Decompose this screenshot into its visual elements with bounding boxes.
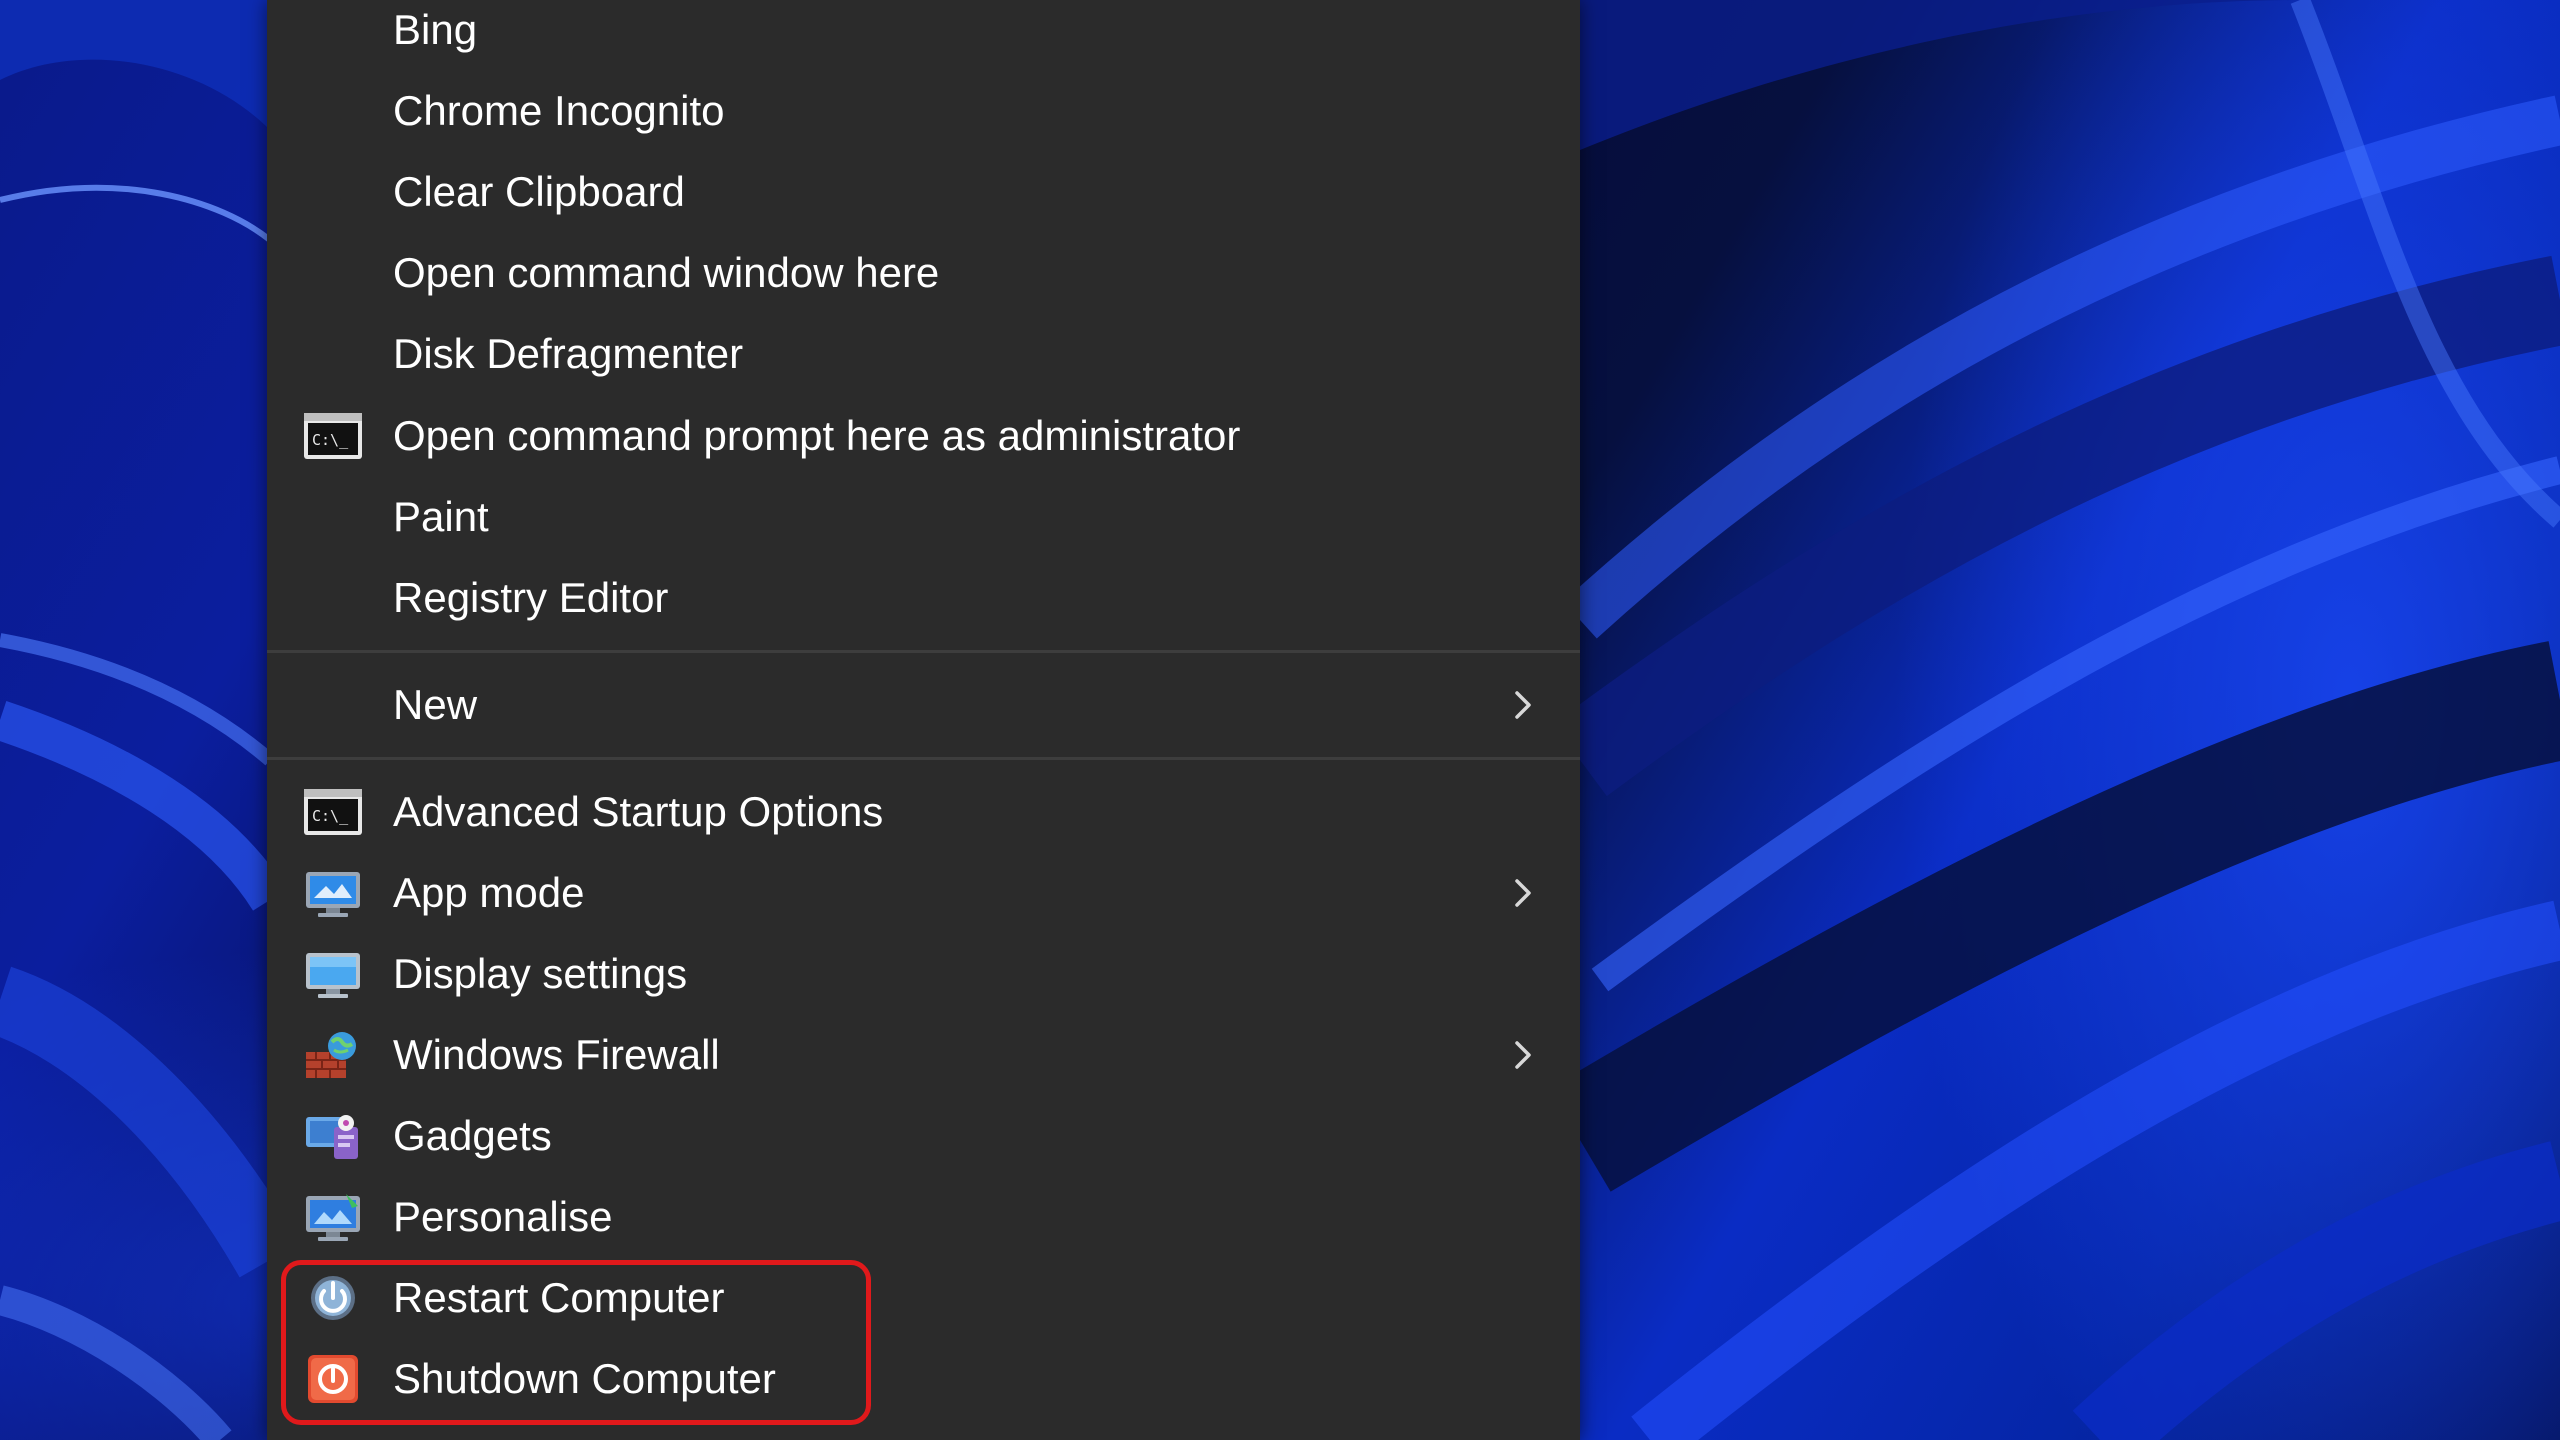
firewall-icon [306,1031,356,1078]
menu-item-new[interactable]: New [267,664,1580,745]
monitor-icon [306,871,360,917]
menu-item-restart-computer[interactable]: Restart Computer [267,1257,1580,1338]
menu-item-bing[interactable]: Bing [267,0,1580,70]
menu-item-label: Shutdown Computer [393,1355,776,1402]
personalise-icon [306,1193,360,1241]
menu-item-registry-editor[interactable]: Registry Editor [267,557,1580,638]
menu-item-label: Restart Computer [393,1274,725,1321]
menu-item-label: Bing [393,6,478,53]
menu-item-label: Clear Clipboard [393,168,685,215]
menu-item-clear-clipboard[interactable]: Clear Clipboard [267,151,1580,232]
menu-item-label: Open command prompt here as administrato… [393,412,1241,459]
menu-item-label: Advanced Startup Options [393,788,884,835]
menu-item-cmd-admin[interactable]: C:\_ Open command prompt here as adminis… [267,395,1580,476]
gadgets-icon [306,1114,358,1159]
menu-item-label: Registry Editor [393,574,669,621]
menu-separator [267,757,1580,760]
menu-item-shutdown-computer[interactable]: Shutdown Computer [267,1338,1580,1419]
menu-item-app-mode[interactable]: App mode [267,852,1580,933]
restart-icon [311,1275,355,1320]
menu-item-windows-firewall[interactable]: Windows Firewall [267,1014,1580,1095]
svg-text:C:\_: C:\_ [312,807,349,825]
chevron-right-icon [1515,878,1531,907]
svg-text:C:\_: C:\_ [312,431,349,449]
menu-item-display-settings[interactable]: Display settings [267,933,1580,1014]
menu-item-label: Paint [393,493,489,540]
menu-item-advanced-startup[interactable]: C:\_ Advanced Startup Options [267,771,1580,852]
shutdown-icon [308,1354,358,1403]
menu-item-label: App mode [393,869,585,916]
menu-item-label: Disk Defragmenter [393,330,744,377]
chevron-right-icon [1515,1040,1531,1069]
cmd-icon: C:\_ [304,788,362,835]
menu-item-personalise[interactable]: Personalise [267,1176,1580,1257]
menu-item-label: Open command window here [393,249,940,296]
menu-item-gadgets[interactable]: Gadgets [267,1095,1580,1176]
menu-item-label: Display settings [393,950,688,997]
menu-item-label: New [393,681,478,728]
context-menu: Bing Chrome Incognito Clear Clipboard Op… [267,0,1580,1440]
display-icon [306,952,360,998]
chevron-right-icon [1515,690,1531,719]
menu-item-label: Windows Firewall [393,1031,720,1078]
menu-item-label: Chrome Incognito [393,87,725,134]
menu-item-label: Gadgets [393,1112,552,1159]
menu-item-chrome-incognito[interactable]: Chrome Incognito [267,70,1580,151]
menu-item-disk-defragmenter[interactable]: Disk Defragmenter [267,313,1580,394]
menu-item-paint[interactable]: Paint [267,476,1580,557]
cmd-icon: C:\_ [304,412,362,459]
menu-item-open-command-window[interactable]: Open command window here [267,232,1580,313]
menu-separator [267,650,1580,653]
menu-item-label: Personalise [393,1193,613,1240]
